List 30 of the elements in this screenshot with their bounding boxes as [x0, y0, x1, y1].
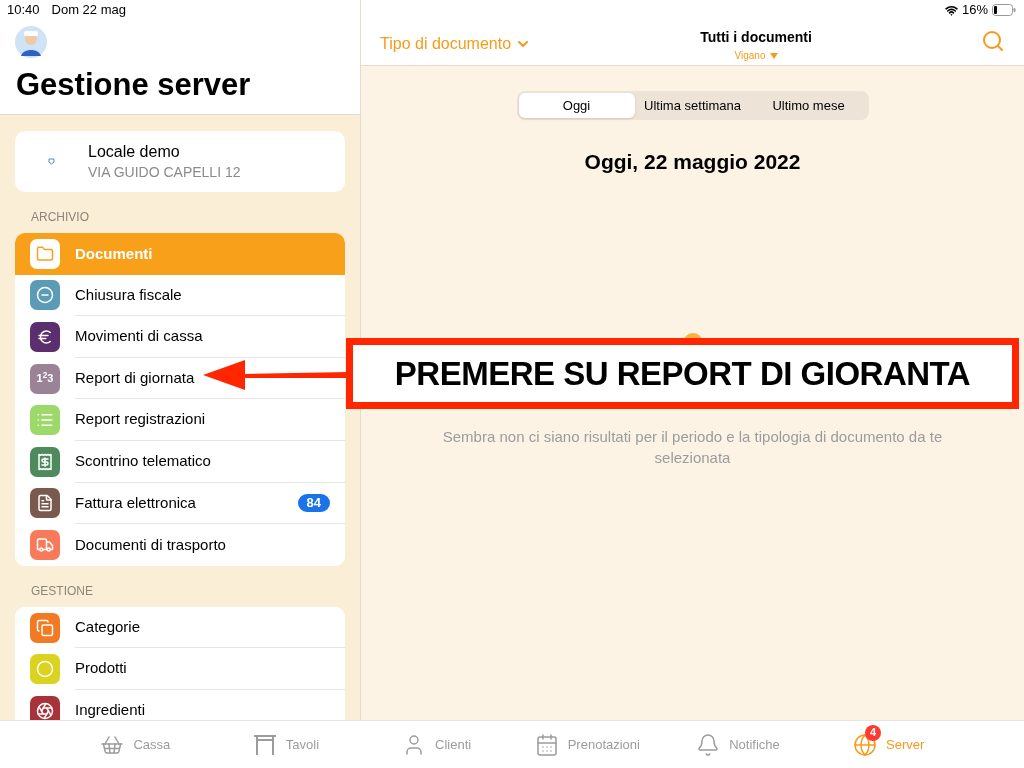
avatar-icon [15, 26, 47, 58]
shield-icon [48, 158, 55, 165]
search-button[interactable] [981, 29, 1005, 53]
status-time: 10:40 [7, 1, 40, 20]
wifi-icon [944, 3, 958, 17]
empty-message: Sembra non ci siano risultati per il periodo e la tipologia di documento da te selezionata [441, 426, 944, 468]
battery-icon [992, 4, 1016, 16]
calendar-icon [534, 732, 559, 757]
sidebar-item[interactable]: Categorie [15, 606, 345, 649]
period-segment[interactable]: Ultima settimana [634, 93, 751, 118]
caret-icon [769, 52, 778, 59]
venue-address: VIA GUIDO CAPELLI 12 [88, 162, 241, 182]
bell-icon [696, 732, 721, 757]
status-date: Dom 22 mag [51, 1, 126, 20]
venue-name: Locale demo [88, 141, 181, 162]
section-heading: ARCHIVIO [30, 209, 90, 226]
period-segment[interactable]: Oggi [518, 93, 635, 118]
period-segment[interactable]: Ultimo mese [750, 93, 867, 118]
section-heading: GESTIONE [30, 582, 94, 600]
numbers-icon: 1$^{2}$3 [30, 363, 60, 394]
date-heading: Oggi, 22 maggio 2022 [584, 149, 801, 175]
venue-card[interactable]: Locale demo VIA GUIDO CAPELLI 12 [15, 131, 345, 192]
notification-badge: 4 [865, 724, 882, 741]
tab-bar-item[interactable]: 4 Server [813, 721, 964, 768]
count-badge: 84 [297, 493, 330, 512]
header-title: Tutti i documenti [700, 28, 812, 47]
table-icon [252, 733, 277, 756]
sidebar-title: Gestione server [15, 66, 252, 104]
battery-percent: 16% [961, 1, 988, 20]
annotation-box: PREMERE SU REPORT DI GIORANTA [346, 338, 1019, 409]
